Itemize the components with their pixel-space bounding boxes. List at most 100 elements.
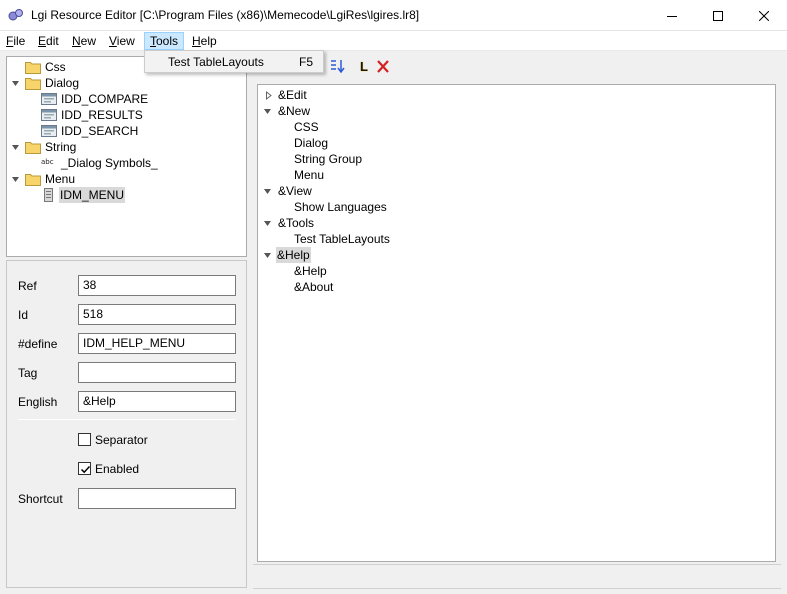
menu-new[interactable]: New — [67, 32, 101, 50]
folder-icon — [25, 78, 41, 90]
menu-node-label: &Help — [276, 247, 311, 263]
expanded-arrow-icon[interactable] — [11, 79, 20, 88]
expanded-arrow-icon[interactable] — [263, 187, 272, 196]
separator-checkbox[interactable] — [78, 433, 91, 446]
close-icon — [759, 10, 769, 21]
folder-icon — [25, 142, 41, 154]
menu-node-help[interactable]: &Help — [258, 247, 775, 263]
tree-item-label: _Dialog Symbols_ — [61, 156, 158, 170]
app-icon — [8, 9, 23, 21]
menu-help-accel: H — [192, 34, 201, 48]
close-button[interactable] — [741, 0, 787, 31]
menu-view-accel: V — [109, 34, 117, 48]
menu-file-label: ile — [13, 34, 26, 48]
menu-node-label: Test TableLayouts — [294, 232, 390, 246]
menu-resource-icon — [44, 188, 53, 202]
delete-button[interactable] — [374, 56, 392, 76]
menu-file[interactable]: File — [1, 32, 30, 50]
sort-icon — [331, 60, 345, 74]
menu-new-label: ew — [80, 34, 97, 48]
shortcut-label: Shortcut — [18, 492, 63, 506]
expanded-arrow-icon[interactable] — [263, 251, 272, 260]
dialog-icon — [41, 125, 57, 137]
abc-icon: abc — [41, 158, 54, 166]
tree-item-menu[interactable]: Menu — [7, 171, 245, 187]
expanded-arrow-icon[interactable] — [263, 107, 272, 116]
menu-edit-label: dit — [46, 34, 59, 48]
enabled-label: Enabled — [95, 462, 140, 476]
menu-item-label: Test TableLayouts — [168, 55, 264, 69]
collapsed-arrow-icon[interactable] — [264, 91, 273, 100]
menu-node-show-languages[interactable]: Show Languages — [258, 199, 775, 215]
ref-label: Ref — [18, 279, 37, 293]
menu-help[interactable]: Help — [187, 32, 222, 50]
shortcut-input[interactable] — [78, 488, 236, 509]
menu-node-label: String Group — [294, 152, 363, 166]
menu-tree[interactable]: &Edit &New CSS Dialog String Group Menu … — [257, 84, 776, 562]
l-button[interactable]: L — [355, 56, 373, 76]
minimize-button[interactable] — [649, 0, 695, 31]
l-icon: L — [360, 58, 368, 74]
expanded-arrow-icon[interactable] — [11, 143, 20, 152]
menu-edit[interactable]: Edit — [33, 32, 64, 50]
menu-node-dialog[interactable]: Dialog — [258, 135, 775, 151]
tree-item-string[interactable]: String — [7, 139, 245, 155]
menu-node-about[interactable]: &About — [258, 279, 775, 295]
sort-button[interactable] — [328, 56, 346, 76]
tree-item-label: Dialog — [45, 76, 80, 90]
tag-input[interactable] — [78, 362, 236, 383]
dialog-icon — [41, 109, 57, 121]
english-input[interactable]: &Help — [78, 391, 236, 412]
dialog-icon — [41, 93, 57, 105]
resource-tree[interactable]: Css Dialog IDD_COMPARE IDD_RESULTS IDD_S… — [6, 56, 247, 257]
enabled-checkbox[interactable] — [78, 462, 91, 475]
bottom-status-strip — [253, 564, 781, 589]
ref-input[interactable]: 38 — [78, 275, 236, 296]
menu-node-label: &Tools — [278, 216, 315, 230]
define-input[interactable]: IDM_HELP_MENU — [78, 333, 236, 354]
maximize-icon — [713, 10, 723, 21]
tree-item-idd-results[interactable]: IDD_RESULTS — [7, 107, 245, 123]
window-title: Lgi Resource Editor [C:\Program Files (x… — [31, 8, 420, 22]
tree-item-idd-search[interactable]: IDD_SEARCH — [7, 123, 245, 139]
tree-item-label: String — [45, 140, 77, 154]
menu-node-label: &View — [278, 184, 312, 198]
expanded-arrow-icon[interactable] — [263, 219, 272, 228]
id-input[interactable]: 518 — [78, 304, 236, 325]
properties-divider — [18, 419, 236, 420]
menu-node-view[interactable]: &View — [258, 183, 775, 199]
properties-panel: Ref 38 Id 518 #define IDM_HELP_MENU Tag … — [6, 260, 247, 588]
menu-node-tools[interactable]: &Tools — [258, 215, 775, 231]
menu-node-label: Dialog — [294, 136, 329, 150]
title-bar: Lgi Resource Editor [C:\Program Files (x… — [0, 0, 787, 31]
tree-item-label: Css — [45, 60, 66, 74]
menu-node-edit[interactable]: &Edit — [258, 87, 775, 103]
expanded-arrow-icon[interactable] — [11, 175, 20, 184]
tree-item-dialog[interactable]: Dialog — [7, 75, 245, 91]
tree-item-label: IDD_RESULTS — [61, 108, 143, 122]
menu-tools-label: ools — [156, 34, 179, 48]
menu-bar: File Edit New View Tools Help — [0, 31, 787, 51]
menu-node-css[interactable]: CSS — [258, 119, 775, 135]
define-label: #define — [18, 337, 58, 351]
menu-view[interactable]: View — [104, 32, 140, 50]
menu-node-menu[interactable]: Menu — [258, 167, 775, 183]
svg-text:abc: abc — [41, 158, 54, 166]
tree-item-dialog-symbols[interactable]: abc _Dialog Symbols_ — [7, 155, 245, 171]
tree-item-label: IDD_COMPARE — [61, 92, 149, 106]
tree-item-label: IDM_MENU — [59, 187, 126, 203]
maximize-button[interactable] — [695, 0, 741, 31]
menu-node-new[interactable]: &New — [258, 103, 775, 119]
menu-node-label: &About — [294, 280, 334, 294]
menu-node-help-item[interactable]: &Help — [258, 263, 775, 279]
tree-item-idd-compare[interactable]: IDD_COMPARE — [7, 91, 245, 107]
tree-item-idm-menu[interactable]: IDM_MENU — [7, 187, 245, 203]
menu-node-string-group[interactable]: String Group — [258, 151, 775, 167]
menu-tools[interactable]: Tools — [144, 32, 185, 50]
menu-view-label: iew — [116, 34, 135, 48]
menu-item-test-tablelayouts[interactable]: Test TableLayouts F5 — [145, 51, 323, 72]
menu-node-test-tablelayouts[interactable]: Test TableLayouts — [258, 231, 775, 247]
minimize-icon — [667, 15, 677, 17]
toolbar: L — [323, 56, 403, 78]
menu-node-label: &New — [278, 104, 311, 118]
